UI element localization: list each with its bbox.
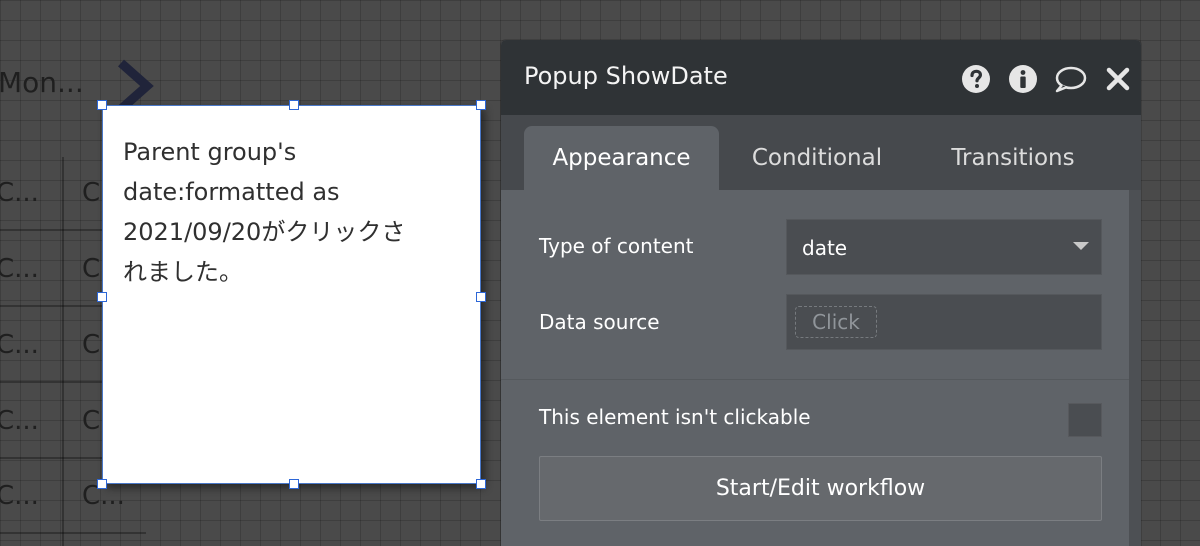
- calendar-cell[interactable]: C...: [0, 406, 56, 436]
- not-clickable-checkbox[interactable]: [1068, 403, 1102, 437]
- calendar-cell[interactable]: C: [82, 254, 100, 284]
- resize-handle-top-left[interactable]: [97, 100, 107, 110]
- resize-handle-bottom-right[interactable]: [476, 479, 486, 489]
- resize-handle-top-right[interactable]: [476, 100, 486, 110]
- property-editor-header: Popup ShowDate: [501, 40, 1141, 115]
- property-editor-title: Popup ShowDate: [524, 62, 728, 90]
- property-editor-tabs: Appearance Conditional Transitions: [501, 115, 1141, 190]
- resize-handle-bottom[interactable]: [289, 479, 299, 489]
- calendar-cell[interactable]: C: [82, 406, 100, 436]
- resize-handle-top[interactable]: [289, 100, 299, 110]
- tab-transitions[interactable]: Transitions: [915, 126, 1111, 190]
- data-source-field[interactable]: Click: [786, 294, 1102, 350]
- calendar-cell[interactable]: C: [82, 330, 100, 360]
- calendar-cell[interactable]: C...: [0, 481, 56, 511]
- calendar-cell[interactable]: C...: [0, 254, 56, 284]
- tab-appearance[interactable]: Appearance: [524, 126, 719, 190]
- comment-bubble-icon[interactable]: [1054, 65, 1087, 93]
- data-source-label: Data source: [539, 310, 660, 334]
- close-icon[interactable]: [1105, 65, 1131, 93]
- chevron-down-icon: [1073, 242, 1089, 250]
- scrollbar[interactable]: [1129, 190, 1141, 546]
- section-divider: [501, 379, 1141, 380]
- resize-handle-left[interactable]: [97, 292, 107, 302]
- month-label: Mon...: [0, 66, 84, 99]
- calendar-cell[interactable]: C...: [0, 178, 56, 208]
- resize-handle-bottom-left[interactable]: [97, 479, 107, 489]
- not-clickable-label: This element isn't clickable: [539, 405, 811, 429]
- property-editor-panel: Popup ShowDate Appearance Conditional Tr…: [501, 40, 1141, 546]
- calendar-row-divider: [0, 532, 146, 534]
- popup-showdate-element[interactable]: Parent group's date:formatted as 2021/09…: [97, 100, 486, 489]
- info-circle-icon[interactable]: [1009, 65, 1037, 93]
- resize-handle-right[interactable]: [476, 292, 486, 302]
- tab-conditional[interactable]: Conditional: [719, 126, 915, 190]
- calendar-column-divider: [62, 157, 64, 546]
- calendar-cell[interactable]: C...: [0, 330, 56, 360]
- type-of-content-select[interactable]: date: [786, 219, 1102, 275]
- popup-date-text: Parent group's date:formatted as 2021/09…: [123, 138, 406, 286]
- data-source-click-button[interactable]: Click: [795, 306, 877, 338]
- type-of-content-value: date: [802, 236, 848, 260]
- start-edit-workflow-button[interactable]: Start/Edit workflow: [539, 456, 1102, 521]
- calendar-cell[interactable]: C: [82, 178, 100, 208]
- type-of-content-label: Type of content: [539, 234, 694, 258]
- question-circle-icon[interactable]: [962, 65, 990, 93]
